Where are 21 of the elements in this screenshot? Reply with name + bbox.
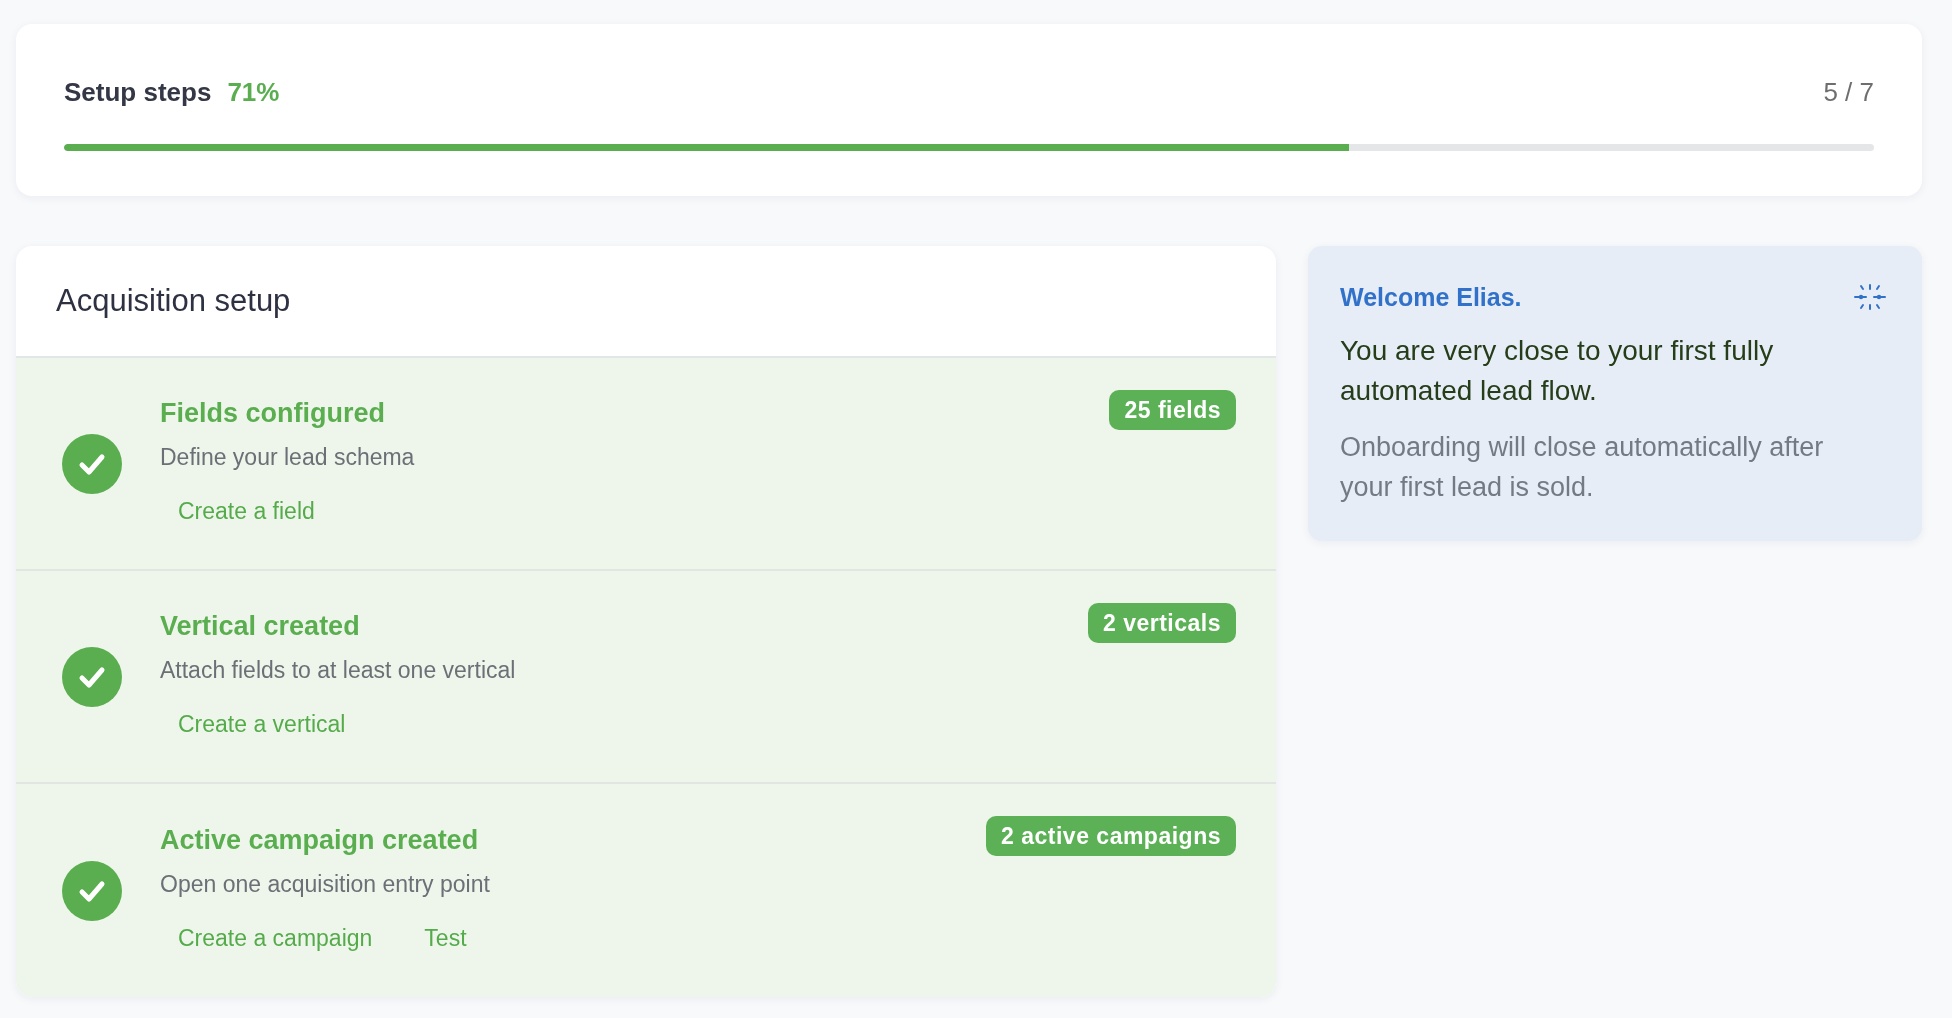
- progress-title: Setup steps: [64, 76, 212, 108]
- card-title: Acquisition setup: [56, 283, 291, 319]
- action-link[interactable]: Create a field: [160, 490, 333, 531]
- step-count: 5 / 7: [1823, 76, 1874, 108]
- count-badge: 25 fields: [1109, 390, 1236, 430]
- step-description: Open one acquisition entry point: [160, 869, 491, 899]
- burst-icon: [1854, 284, 1886, 310]
- action-link[interactable]: Test: [406, 917, 485, 958]
- welcome-note: Onboarding will close automatically after your first lead is sold.: [1340, 431, 1825, 504]
- welcome-title: Welcome Elias.: [1340, 282, 1522, 313]
- action-link[interactable]: Create a campaign: [160, 917, 391, 958]
- step-title: Vertical created: [160, 609, 361, 642]
- step-title: Fields configured: [160, 396, 387, 429]
- action-link[interactable]: Create a vertical: [160, 703, 364, 744]
- step-title: Active campaign created: [160, 823, 480, 856]
- count-badge: 2 active campaigns: [986, 816, 1236, 856]
- step-description: Define your lead schema: [160, 442, 416, 472]
- welcome-message: You are very close to your first fully automated lead flow.: [1340, 334, 1775, 408]
- step-description: Attach fields to at least one vertical: [160, 655, 517, 685]
- count-badge: 2 verticals: [1087, 603, 1236, 643]
- progress-percent: 71%: [227, 76, 280, 108]
